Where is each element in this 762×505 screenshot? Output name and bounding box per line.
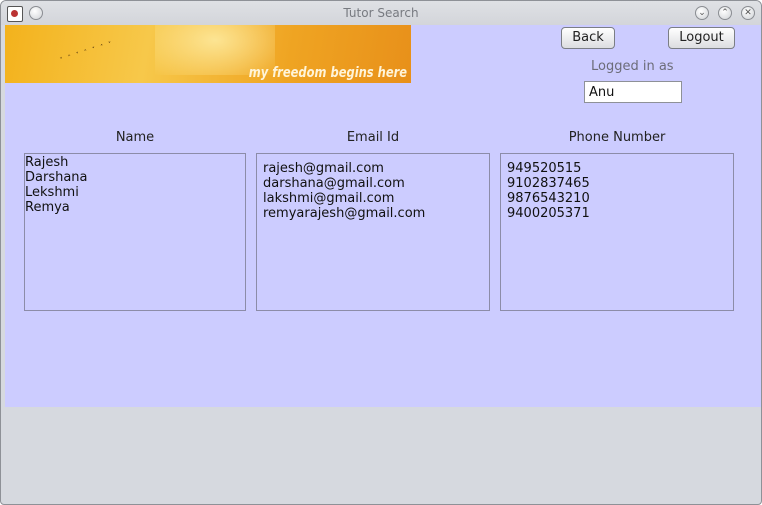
email-column-header: Email Id [346,130,400,145]
title-bar[interactable]: Tutor Search ⌄ ⌃ ✕ [1,1,761,25]
list-item[interactable]: 9102837465 [507,176,733,191]
window-title: Tutor Search [343,6,419,20]
list-item[interactable]: Rajesh [25,155,245,170]
logout-button[interactable]: Logout [668,27,735,49]
list-item[interactable]: rajesh@gmail.com [263,161,489,176]
list-item[interactable]: Lekshmi [25,185,245,200]
banner-image: ˯ ˰ ˯ ˰ ˯ ˰ ˯ my freedom begins here [5,25,411,83]
list-item[interactable]: darshana@gmail.com [263,176,489,191]
close-icon[interactable]: ✕ [741,6,755,20]
list-item[interactable]: 9400205371 [507,206,733,221]
list-item[interactable]: Remya [25,200,245,215]
email-list[interactable]: rajesh@gmail.com darshana@gmail.com laks… [256,153,490,311]
phone-list[interactable]: 949520515 9102837465 9876543210 94002053… [500,153,734,311]
app-window: Tutor Search ⌄ ⌃ ✕ ˯ ˰ ˯ ˰ ˯ ˰ ˯ my free… [0,0,762,505]
list-item[interactable]: remyarajesh@gmail.com [263,206,489,221]
name-column-header: Name [115,130,155,145]
list-item[interactable]: Darshana [25,170,245,185]
phone-column-header: Phone Number [568,130,666,145]
list-item[interactable]: 9876543210 [507,191,733,206]
logged-in-label: Logged in as [591,59,674,74]
username-field[interactable]: Anu [584,81,682,103]
birds-icon: ˯ ˰ ˯ ˰ ˯ ˰ ˯ [56,32,113,61]
list-item[interactable]: 949520515 [507,161,733,176]
main-panel: ˯ ˰ ˯ ˰ ˯ ˰ ˯ my freedom begins here Bac… [5,25,761,407]
back-button[interactable]: Back [561,27,615,49]
minimize-icon[interactable]: ⌄ [695,6,709,20]
name-list[interactable]: Rajesh Darshana Lekshmi Remya [24,153,246,311]
maximize-icon[interactable]: ⌃ [718,6,732,20]
banner-tagline: my freedom begins here [248,65,407,81]
list-item[interactable]: lakshmi@gmail.com [263,191,489,206]
